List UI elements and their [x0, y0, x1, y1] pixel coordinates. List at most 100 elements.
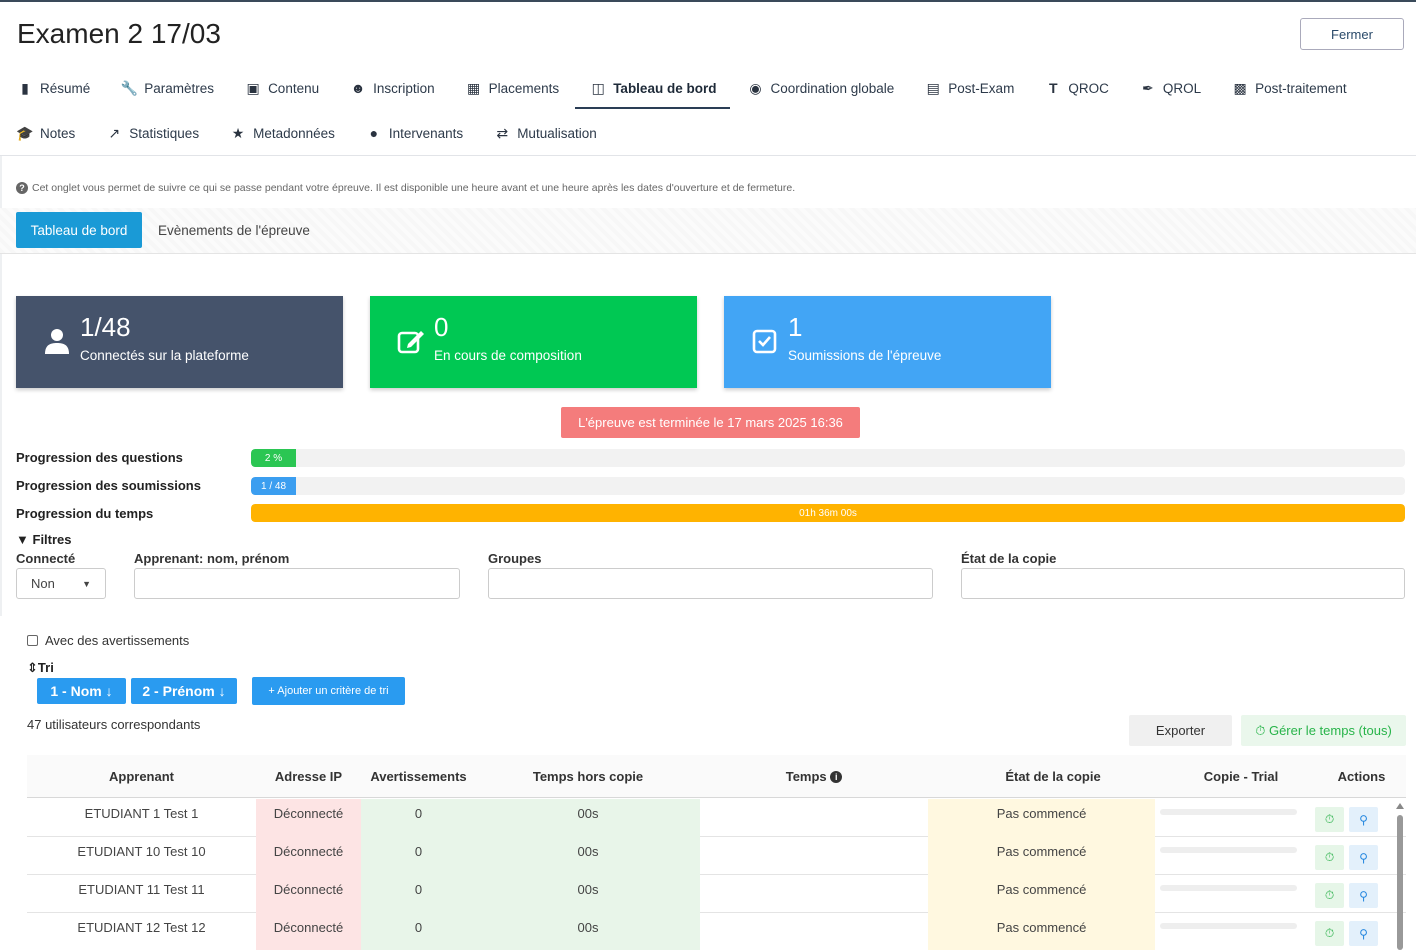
scroll-up-arrow[interactable] — [1396, 803, 1404, 809]
tab-parametres[interactable]: 🔧 Paramètres — [118, 68, 216, 108]
filter-connected-label: Connecté — [16, 551, 76, 566]
tab-statistiques[interactable]: ↗ Statistiques — [103, 113, 201, 153]
col-apprenant[interactable]: Apprenant — [27, 755, 256, 798]
scroll-thumb[interactable] — [1397, 815, 1403, 950]
sort-criterion-prenom[interactable]: 2 - Prénom ↓ — [131, 678, 237, 704]
cell-ip: Déconnecté — [256, 837, 361, 875]
warnings-checkbox[interactable] — [27, 635, 38, 646]
user-icon — [45, 329, 69, 354]
subtab-evenements[interactable]: Evènements de l'épreuve — [158, 212, 310, 248]
stopwatch-icon: ⏱ — [1255, 722, 1266, 738]
filter-groups-input[interactable] — [488, 568, 933, 599]
cell-state: Pas commencé — [928, 799, 1155, 837]
filter-connected-select[interactable]: Non ▼ — [16, 568, 106, 599]
cell-apprenant: ETUDIANT 11 Test 11 — [78, 881, 205, 897]
stopwatch-button[interactable]: ⏱ — [1315, 883, 1344, 908]
view-button[interactable]: ⚲ — [1349, 883, 1378, 908]
tab-qrol[interactable]: ✒ QROL — [1137, 68, 1203, 108]
progress-questions-fill: 2 % — [251, 449, 296, 467]
tab-intervenants[interactable]: ● Intervenants — [363, 113, 465, 153]
view-button[interactable]: ⚲ — [1349, 845, 1378, 870]
sort-icon: ⇕ — [27, 660, 38, 675]
cell-ip: Déconnecté — [256, 913, 361, 950]
tab-placements[interactable]: ▦ Placements — [463, 68, 562, 108]
tab-post-traitement[interactable]: ▩ Post-traitement — [1229, 68, 1349, 108]
tab-inscription[interactable]: ☻ Inscription — [347, 68, 437, 108]
view-button[interactable]: ⚲ — [1349, 921, 1378, 946]
stopwatch-button[interactable]: ⏱ — [1315, 807, 1344, 832]
cell-apprenant: ETUDIANT 12 Test 12 — [77, 919, 206, 935]
trial-progress — [1160, 923, 1297, 929]
card-submissions-value: 1 — [788, 312, 803, 342]
table-scrollbar[interactable] — [1396, 803, 1404, 950]
col-adresse-ip[interactable]: Adresse IP — [256, 755, 361, 798]
card-composing: 0 En cours de composition — [370, 296, 697, 388]
cell-time — [700, 799, 928, 837]
toolbox-icon: ▩ — [1233, 79, 1247, 96]
wrench-icon: 🔧 — [120, 79, 138, 96]
tab-resume[interactable]: ▮ Résumé — [14, 68, 92, 108]
grid-icon: ▦ — [467, 79, 481, 96]
check-square-icon — [752, 329, 777, 354]
col-copie-trial[interactable]: Copie - Trial — [1178, 755, 1304, 798]
chart-line-icon: ↗ — [108, 124, 121, 141]
card-connected: 1/48 Connectés sur la plateforme — [16, 296, 343, 388]
col-temps[interactable]: Temps i — [700, 755, 928, 798]
close-button[interactable]: Fermer — [1300, 18, 1404, 50]
card-submissions: 1 Soumissions de l'épreuve — [724, 296, 1051, 388]
user-icon: ● — [369, 125, 379, 141]
search-icon: ⚲ — [1359, 850, 1368, 865]
sort-criterion-nom[interactable]: 1 - Nom ↓ — [37, 678, 126, 704]
col-temps-hors-copie[interactable]: Temps hors copie — [476, 755, 700, 798]
stopwatch-button[interactable]: ⏱ — [1315, 845, 1344, 870]
top-border — [0, 0, 1416, 2]
tab-metadonnees[interactable]: ★ Metadonnées — [227, 113, 337, 153]
text-height-icon: T — [1049, 80, 1058, 96]
dashboard-icon: ◫ — [591, 79, 605, 96]
trial-progress — [1160, 847, 1297, 853]
card-composing-value: 0 — [434, 312, 449, 342]
card-connected-label: Connectés sur la plateforme — [80, 348, 249, 363]
info-note: ? Cet onglet vous permet de suivre ce qu… — [16, 182, 795, 194]
table-header: Apprenant Adresse IP Avertissements Temp… — [27, 755, 1406, 798]
results-count: 47 utilisateurs correspondants — [27, 717, 201, 732]
stopwatch-button[interactable]: ⏱ — [1315, 921, 1344, 946]
graduation-cap-icon: 🎓 — [16, 124, 34, 141]
cell-warnings: 0 — [361, 799, 476, 837]
tab-qroc[interactable]: T QROC — [1042, 68, 1111, 108]
tab-tableau-de-bord[interactable]: ◫ Tableau de bord — [575, 68, 731, 109]
filter-groups-label: Groupes — [488, 551, 542, 566]
tab-mutualisation[interactable]: ⇄ Mutualisation — [491, 113, 599, 153]
col-actions: Actions — [1337, 769, 1386, 784]
subtabs-bar: Tableau de bord Evènements de l'épreuve — [0, 208, 1416, 254]
arrow-down-icon: ↓ — [218, 683, 226, 699]
cell-apprenant: ETUDIANT 1 Test 1 — [84, 805, 199, 821]
tab-contenu[interactable]: ▣ Contenu — [242, 68, 321, 108]
stopwatch-icon: ⏱ — [1324, 888, 1335, 902]
table-row: ETUDIANT 10 Test 10 Déconnecté 0 00s Pas… — [27, 837, 1406, 875]
tab-post-exam[interactable]: ▤ Post-Exam — [922, 68, 1016, 108]
export-button[interactable]: Exporter — [1129, 715, 1232, 746]
col-avertissements[interactable]: Avertissements — [361, 755, 476, 798]
add-sort-button[interactable]: + Ajouter un critère de tri — [252, 677, 405, 705]
warnings-checkbox-row[interactable]: Avec des avertissements — [27, 633, 189, 648]
filter-learner-label: Apprenant: nom, prénom — [134, 551, 290, 566]
search-icon: ⚲ — [1359, 888, 1368, 903]
sort-title: ⇕Tri — [27, 660, 54, 675]
col-etat-copie[interactable]: État de la copie — [928, 755, 1178, 798]
main-tabs-row-1: ▮ Résumé 🔧 Paramètres ▣ Contenu ☻ Inscriptio… — [14, 68, 1375, 109]
filter-state-input[interactable] — [961, 568, 1405, 599]
book-icon: ▣ — [246, 79, 260, 96]
tab-notes[interactable]: 🎓 Notes — [14, 113, 77, 153]
filter-learner-input[interactable] — [134, 568, 460, 599]
search-icon: ⚲ — [1359, 926, 1368, 941]
subtab-tableau-de-bord[interactable]: Tableau de bord — [16, 212, 142, 248]
tab-coordination-globale[interactable]: ◉ Coordination globale — [744, 68, 896, 108]
stopwatch-icon: ⏱ — [1324, 850, 1335, 864]
chevron-down-icon: ▼ — [82, 578, 91, 589]
search-icon: ⚲ — [1359, 812, 1368, 827]
main-tabs-row-2: 🎓 Notes ↗ Statistiques ★ Metadonnées ● Inter… — [14, 113, 625, 153]
view-button[interactable]: ⚲ — [1349, 807, 1378, 832]
manage-time-button[interactable]: ⏱ Gérer le temps (tous) — [1241, 715, 1406, 746]
cell-apprenant: ETUDIANT 10 Test 10 — [77, 843, 206, 859]
